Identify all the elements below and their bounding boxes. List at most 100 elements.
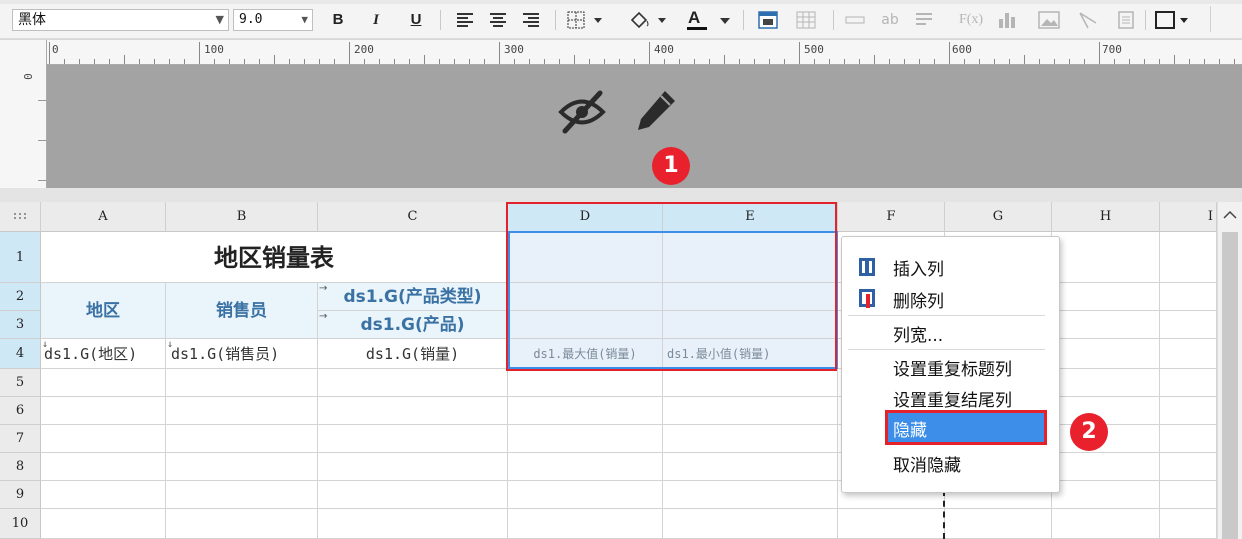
product-cell[interactable]: → ds1.G(产品)	[318, 311, 508, 339]
empty-cell[interactable]	[318, 425, 508, 453]
empty-cell[interactable]	[318, 481, 508, 509]
column-header-a[interactable]: A	[41, 202, 166, 232]
empty-cell[interactable]	[41, 369, 166, 397]
font-color-button[interactable]: A	[685, 8, 733, 31]
vertical-scrollbar[interactable]	[1217, 202, 1242, 539]
chart-icon[interactable]	[995, 9, 1019, 31]
hide-eye-icon[interactable]	[557, 89, 607, 135]
empty-cell[interactable]	[663, 425, 838, 453]
empty-cell[interactable]	[1052, 397, 1160, 425]
column-header-g[interactable]: G	[945, 202, 1052, 232]
empty-cell[interactable]	[166, 369, 318, 397]
menu-item-insert-column[interactable]: 插入列	[893, 255, 944, 280]
menu-item-unhide[interactable]: 取消隐藏	[893, 451, 961, 476]
empty-cell[interactable]	[1160, 481, 1217, 509]
document-icon[interactable]	[1114, 9, 1138, 31]
empty-cell[interactable]	[663, 369, 838, 397]
scrollbar-thumb[interactable]	[1222, 232, 1238, 539]
empty-cell[interactable]	[1160, 339, 1217, 369]
cell-element-icon[interactable]	[756, 9, 780, 31]
menu-item-column-width[interactable]: 列宽...	[893, 321, 943, 346]
empty-cell[interactable]	[166, 509, 318, 539]
empty-cell[interactable]	[166, 481, 318, 509]
menu-item-delete-column[interactable]: 删除列	[893, 287, 944, 312]
empty-cell[interactable]	[41, 509, 166, 539]
sales-header-cell[interactable]: 销售员	[166, 283, 318, 339]
empty-cell[interactable]	[1160, 283, 1217, 311]
paragraph-icon[interactable]	[912, 9, 936, 31]
empty-cell[interactable]	[508, 481, 663, 509]
empty-cell[interactable]	[1160, 369, 1217, 397]
empty-cell[interactable]	[318, 509, 508, 539]
font-family-select[interactable]: 黑体 ▼	[12, 9, 229, 31]
empty-cell[interactable]	[1160, 311, 1217, 339]
empty-cell[interactable]	[508, 369, 663, 397]
qty-data-cell[interactable]: ds1.G(销量)	[318, 339, 508, 369]
empty-cell[interactable]	[508, 453, 663, 481]
align-right-icon[interactable]	[520, 9, 542, 31]
empty-cell[interactable]	[41, 481, 166, 509]
row-header-5[interactable]: 5	[0, 369, 41, 397]
empty-cell[interactable]	[945, 509, 1052, 539]
column-header-i[interactable]: I	[1160, 202, 1217, 232]
empty-cell[interactable]	[1052, 481, 1160, 509]
pencil-icon[interactable]	[635, 87, 679, 133]
formula-icon[interactable]: F(x)	[955, 9, 987, 31]
column-header-c[interactable]: C	[318, 202, 508, 232]
empty-cell[interactable]	[1160, 425, 1217, 453]
empty-cell[interactable]	[1052, 232, 1160, 283]
empty-cell[interactable]	[1052, 339, 1160, 369]
empty-cell[interactable]	[663, 481, 838, 509]
row-header-9[interactable]: 9	[0, 481, 41, 509]
row-header-7[interactable]: 7	[0, 425, 41, 453]
row-header-4[interactable]: 4	[0, 339, 41, 369]
empty-cell[interactable]	[508, 425, 663, 453]
empty-cell[interactable]	[508, 397, 663, 425]
empty-cell[interactable]	[318, 397, 508, 425]
empty-cell[interactable]	[41, 453, 166, 481]
row-header-3[interactable]: 3	[0, 311, 41, 339]
empty-cell[interactable]	[1052, 311, 1160, 339]
menu-item-repeat-end-column[interactable]: 设置重复结尾列	[893, 386, 1012, 411]
fill-color-icon[interactable]	[627, 9, 671, 31]
empty-cell[interactable]	[1160, 397, 1217, 425]
empty-cell[interactable]	[508, 509, 663, 539]
image-icon[interactable]	[1036, 9, 1062, 31]
empty-cell[interactable]	[1052, 369, 1160, 397]
column-header-b[interactable]: B	[166, 202, 318, 232]
table-icon[interactable]	[794, 9, 818, 31]
empty-cell[interactable]	[41, 397, 166, 425]
border-dropdown-icon[interactable]	[566, 9, 606, 31]
empty-cell[interactable]	[318, 453, 508, 481]
empty-cell[interactable]	[663, 397, 838, 425]
menu-item-repeat-title-column[interactable]: 设置重复标题列	[893, 355, 1012, 380]
row-header-6[interactable]: 6	[0, 397, 41, 425]
region-data-cell[interactable]: ↓ ds1.G(地区)	[41, 339, 166, 369]
empty-cell[interactable]	[1052, 509, 1160, 539]
empty-cell[interactable]	[1160, 232, 1217, 283]
row-header-1[interactable]: 1	[0, 232, 41, 283]
align-center-icon[interactable]	[487, 9, 509, 31]
sales-data-cell[interactable]: ↓ ds1.G(销售员)	[166, 339, 318, 369]
empty-cell[interactable]	[1052, 283, 1160, 311]
empty-cell[interactable]	[41, 425, 166, 453]
empty-cell[interactable]	[1160, 453, 1217, 481]
underline-button[interactable]: U	[404, 9, 428, 31]
region-header-cell[interactable]: 地区	[41, 283, 166, 339]
row-header-10[interactable]: 10	[0, 509, 41, 539]
column-header-h[interactable]: H	[1052, 202, 1160, 232]
slash-diagonal-icon[interactable]	[1076, 9, 1100, 31]
text-icon[interactable]: ab	[877, 9, 903, 31]
title-cell[interactable]: 地区销量表	[41, 232, 508, 283]
empty-cell[interactable]	[166, 425, 318, 453]
column-header-f[interactable]: F	[838, 202, 945, 232]
empty-cell[interactable]	[663, 453, 838, 481]
border-style-dropdown-icon[interactable]	[1153, 9, 1197, 31]
font-size-select[interactable]: 9.0 ▼	[233, 9, 313, 31]
sub-report-icon[interactable]	[843, 9, 867, 31]
row-header-2[interactable]: 2	[0, 283, 41, 311]
product-type-cell[interactable]: → ds1.G(产品类型)	[318, 283, 508, 311]
empty-cell[interactable]	[1052, 453, 1160, 481]
empty-cell[interactable]	[166, 397, 318, 425]
row-header-8[interactable]: 8	[0, 453, 41, 481]
